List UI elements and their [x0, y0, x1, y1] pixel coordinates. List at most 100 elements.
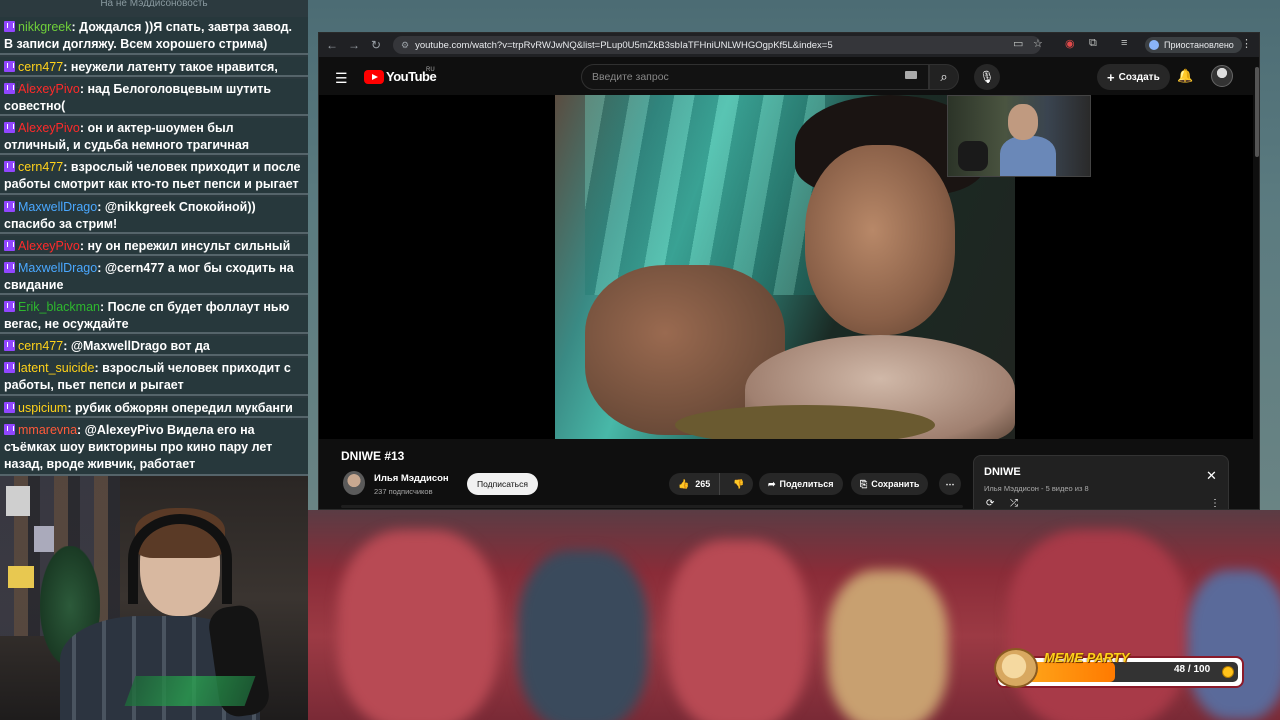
close-icon[interactable]: ✕: [1206, 468, 1217, 484]
share-arrow-icon: ➦: [768, 478, 776, 489]
chat-username[interactable]: latent_suicide: [18, 361, 94, 375]
video-bowl: [675, 405, 935, 439]
bookmark-star-icon[interactable]: ☆: [1033, 37, 1043, 50]
chat-username[interactable]: nikkgreek: [18, 20, 72, 34]
voice-search-button[interactable]: 🎙: [974, 64, 1000, 90]
chat-message-text: : рубик обжорян опередил мукбанги: [67, 401, 293, 415]
chat-message: AlexeyPivo: он и актер-шоумен был отличн…: [0, 118, 308, 155]
video-picture-in-picture: [947, 95, 1091, 177]
chat-message-text: : @MaxwellDrago вот да: [63, 339, 210, 353]
subscriber-badge-icon: [4, 262, 15, 273]
chat-username[interactable]: cern477: [18, 60, 63, 74]
browser-menu-icon[interactable]: ⋮: [1241, 37, 1252, 50]
headphones-icon: [128, 514, 232, 604]
save-label: Сохранить: [871, 479, 920, 489]
subscriber-badge-icon: [4, 61, 15, 72]
scrollbar-thumb[interactable]: [1255, 67, 1259, 157]
chat-message: uspicium: рубик обжорян опередил мукбанг…: [0, 398, 308, 418]
description-box-edge: [341, 505, 963, 508]
chat-header-strip: На не Мэддисоновость: [0, 0, 308, 7]
search-button[interactable]: ⌕: [929, 64, 959, 90]
shuffle-icon[interactable]: ⤮: [1010, 498, 1018, 509]
microphone-icon: 🎙: [979, 70, 995, 84]
video-player[interactable]: [319, 95, 1253, 439]
subscriber-badge-icon: [4, 201, 15, 212]
webcam-poster: [8, 566, 34, 588]
dislike-button[interactable]: 👎: [724, 473, 753, 495]
pip-chair: [958, 141, 988, 171]
chat-username[interactable]: cern477: [18, 160, 63, 174]
chat-username[interactable]: MaxwellDrago: [18, 200, 97, 214]
meme-party-count: 48 / 100: [1174, 664, 1211, 675]
chat-username[interactable]: AlexeyPivo: [18, 121, 80, 135]
playlist-panel: DNIWE Илья Мэддисон - 5 видео из 8 ✕ ⟳ ⤮…: [973, 455, 1229, 509]
thumbs-down-icon: 👎: [733, 478, 745, 489]
like-dislike-group: 👍 265 👎: [669, 473, 754, 495]
share-button[interactable]: ➦ Поделиться: [759, 473, 843, 495]
profile-paused-button[interactable]: Приостановлено: [1145, 37, 1242, 53]
extension-icon[interactable]: ◉: [1065, 37, 1075, 50]
subscriber-badge-icon: [4, 340, 15, 351]
subscriber-badge-icon: [4, 122, 15, 133]
playlist-meta: Илья Мэддисон - 5 видео из 8: [984, 484, 1089, 493]
paused-label: Приостановлено: [1164, 40, 1234, 50]
subscribe-button[interactable]: Подписаться: [467, 473, 538, 495]
meme-party-widget: MEME PARTY 48 / 100: [994, 648, 1244, 688]
reload-icon[interactable]: ↻: [365, 38, 387, 52]
chat-username[interactable]: mmarevna: [18, 423, 77, 437]
url-field[interactable]: ⚙ youtube.com/watch?v=trpRvRWJwNQ&list=P…: [393, 36, 1041, 54]
meme-party-label: MEME PARTY: [1044, 650, 1130, 665]
keyboard-icon[interactable]: [905, 71, 917, 79]
coin-icon: [1222, 666, 1234, 678]
chat-username[interactable]: AlexeyPivo: [18, 82, 80, 96]
video-frame[interactable]: [555, 95, 1015, 439]
save-button[interactable]: ⎘ Сохранить: [851, 473, 929, 495]
chat-username[interactable]: AlexeyPivo: [18, 239, 80, 253]
like-button[interactable]: 👍 265: [669, 473, 721, 495]
subscriber-badge-icon: [4, 362, 15, 373]
address-bar: ← → ↻ ⚙ youtube.com/watch?v=trpRvRWJwNQ&…: [319, 33, 1259, 57]
thumbs-up-icon: 👍: [678, 478, 690, 489]
account-avatar[interactable]: [1211, 65, 1233, 87]
chat-username[interactable]: cern477: [18, 339, 63, 353]
subscriber-badge-icon: [4, 240, 15, 251]
chat-username[interactable]: Erik_blackman: [18, 300, 100, 314]
page-scrollbar[interactable]: [1253, 59, 1259, 509]
video-title: DNIWE #13: [341, 449, 405, 463]
notifications-bell-icon[interactable]: 🔔: [1177, 68, 1193, 84]
extensions-puzzle-icon[interactable]: ⧉: [1089, 37, 1097, 50]
chat-message: latent_suicide: взрослый человек приходи…: [0, 358, 308, 396]
pip-person-body: [1000, 136, 1056, 176]
forward-arrow-icon[interactable]: →: [343, 38, 365, 52]
create-button[interactable]: + Создать: [1097, 64, 1170, 90]
share-label: Поделиться: [779, 479, 834, 489]
pip-person-head: [1008, 104, 1038, 140]
back-arrow-icon[interactable]: ←: [321, 38, 343, 52]
chat-message: cern477: неужели латенту такое нравится,…: [0, 57, 308, 91]
loop-icon[interactable]: ⟳: [986, 498, 994, 509]
browser-window: ← → ↻ ⚙ youtube.com/watch?v=trpRvRWJwNQ&…: [318, 32, 1260, 510]
webcam-poster: [6, 486, 30, 516]
channel-avatar[interactable]: [343, 471, 365, 495]
chat-username[interactable]: MaxwellDrago: [18, 261, 97, 275]
chat-message: cern477: взрослый человек приходит и пос…: [0, 157, 308, 195]
subscriber-badge-icon: [4, 161, 15, 172]
chat-message: Erik_blackman: После сп будет фоллаут нь…: [0, 297, 308, 334]
site-info-icon[interactable]: ⚙: [401, 40, 409, 51]
more-actions-button[interactable]: ⋯: [939, 473, 961, 495]
youtube-logo-icon[interactable]: [364, 70, 384, 84]
search-input[interactable]: Введите запрос: [581, 64, 929, 90]
chat-username[interactable]: uspicium: [18, 401, 67, 415]
cast-icon[interactable]: ▭: [1013, 37, 1023, 50]
subscriber-badge-icon: [4, 301, 15, 312]
reading-list-icon[interactable]: ≡: [1121, 37, 1127, 49]
playlist-title[interactable]: DNIWE: [984, 466, 1021, 478]
chat-message: AlexeyPivo: над Белоголовцевым шутить со…: [0, 79, 308, 116]
more-vertical-icon[interactable]: ⋮: [1210, 498, 1220, 509]
chat-panel: На не Мэддисоновость nikkgreek: Дождался…: [0, 0, 308, 476]
channel-subscriber-count: 237 подписчиков: [374, 487, 433, 496]
hamburger-menu-icon[interactable]: ☰: [335, 70, 348, 87]
streamer-webcam: [0, 476, 308, 720]
channel-name[interactable]: Илья Мэддисон: [374, 473, 449, 484]
search-icon: ⌕: [940, 69, 948, 84]
